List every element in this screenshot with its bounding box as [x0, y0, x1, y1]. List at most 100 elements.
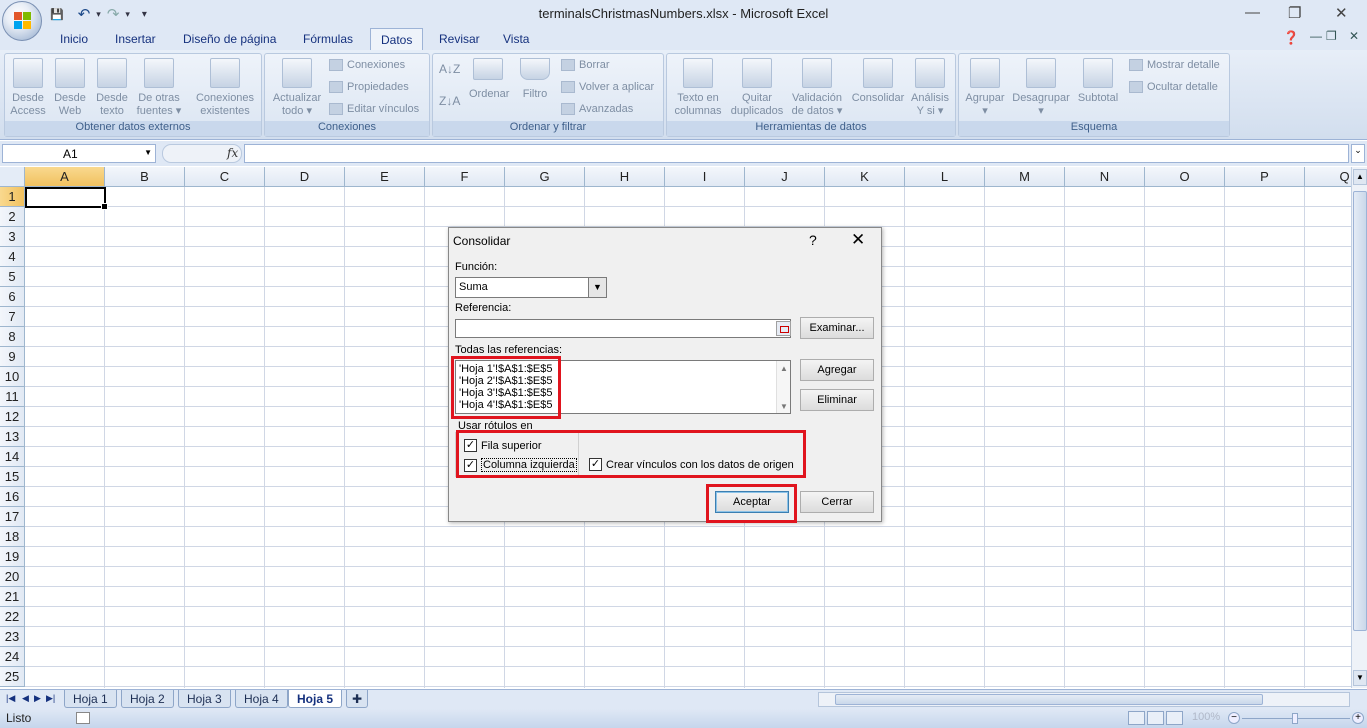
remove-duplicates-button[interactable]: Quitar duplicados	[727, 58, 787, 118]
row-header[interactable]: 23	[0, 627, 25, 647]
column-header[interactable]: D	[265, 167, 345, 187]
tab-insertar[interactable]: Insertar	[115, 32, 156, 46]
row-header[interactable]: 9	[0, 347, 25, 367]
tab-inicio[interactable]: Inicio	[60, 32, 88, 46]
text-to-columns-button[interactable]: Texto en columnas	[669, 58, 727, 118]
zoom-slider[interactable]: − +	[1228, 712, 1364, 724]
add-button[interactable]: Agregar	[800, 359, 874, 381]
close-dialog-button[interactable]: Cerrar	[800, 491, 874, 513]
reference-input[interactable]	[455, 319, 791, 338]
first-sheet-icon[interactable]: |◀	[6, 693, 15, 704]
vertical-scrollbar[interactable]: ▲ ▼	[1351, 167, 1367, 688]
sheet-tab-hoja5[interactable]: Hoja 5	[288, 690, 343, 708]
horizontal-scrollbar[interactable]	[818, 692, 1350, 707]
horizontal-scroll-thumb[interactable]	[835, 694, 1263, 705]
page-break-view-icon[interactable]	[1166, 711, 1183, 725]
group-button[interactable]: Agrupar ▾	[961, 58, 1009, 118]
tab-formulas[interactable]: Fórmulas	[303, 32, 353, 46]
consolidate-button[interactable]: Consolidar	[849, 58, 907, 105]
column-header[interactable]: A	[25, 167, 105, 187]
name-box[interactable]: A1 ▼	[2, 144, 156, 163]
vertical-scroll-thumb[interactable]	[1353, 191, 1367, 631]
subtotal-button[interactable]: Subtotal	[1073, 58, 1123, 105]
column-header[interactable]: H	[585, 167, 665, 187]
restore-button[interactable]: ❐	[1288, 4, 1301, 22]
row-header[interactable]: 13	[0, 427, 25, 447]
last-sheet-icon[interactable]: ▶|	[46, 693, 55, 704]
column-header[interactable]: J	[745, 167, 825, 187]
macro-record-icon[interactable]	[76, 712, 90, 724]
help-icon[interactable]: ❓	[1283, 30, 1299, 46]
ribbon-restore-icon[interactable]: ❐	[1326, 29, 1337, 43]
row-header[interactable]: 14	[0, 447, 25, 467]
page-layout-view-icon[interactable]	[1147, 711, 1164, 725]
other-sources-button[interactable]: De otras fuentes ▾	[133, 58, 185, 118]
zoom-out-icon[interactable]: −	[1228, 712, 1240, 724]
column-header[interactable]: I	[665, 167, 745, 187]
row-header[interactable]: 22	[0, 607, 25, 627]
clear-filter-button[interactable]: Borrar	[561, 59, 610, 71]
collapse-dialog-icon[interactable]	[776, 321, 791, 336]
zoom-level[interactable]: 100%	[1192, 711, 1220, 723]
column-header[interactable]: P	[1225, 167, 1305, 187]
column-header[interactable]: C	[185, 167, 265, 187]
row-header[interactable]: 11	[0, 387, 25, 407]
row-header[interactable]: 7	[0, 307, 25, 327]
sheet-tab-hoja4[interactable]: Hoja 4	[235, 690, 288, 708]
column-header[interactable]: N	[1065, 167, 1145, 187]
column-header[interactable]: L	[905, 167, 985, 187]
column-header[interactable]: B	[105, 167, 185, 187]
from-text-button[interactable]: Desde texto	[93, 58, 131, 118]
show-detail-button[interactable]: Mostrar detalle	[1129, 59, 1220, 71]
tab-vista[interactable]: Vista	[503, 32, 529, 46]
sort-button[interactable]: Ordenar	[469, 58, 509, 101]
row-header[interactable]: 12	[0, 407, 25, 427]
hide-detail-button[interactable]: Ocultar detalle	[1129, 81, 1218, 93]
row-header[interactable]: 20	[0, 567, 25, 587]
sort-az-icon[interactable]: A↓Z	[439, 62, 460, 76]
row-header[interactable]: 17	[0, 507, 25, 527]
row-header[interactable]: 5	[0, 267, 25, 287]
sheet-tab-hoja2[interactable]: Hoja 2	[121, 690, 174, 708]
normal-view-icon[interactable]	[1128, 711, 1145, 725]
row-header[interactable]: 25	[0, 667, 25, 687]
function-select[interactable]: Suma ▼	[455, 277, 607, 298]
row-header[interactable]: 8	[0, 327, 25, 347]
select-all-corner[interactable]	[0, 167, 25, 187]
row-header[interactable]: 16	[0, 487, 25, 507]
scroll-up-icon[interactable]: ▲	[1353, 169, 1367, 185]
row-header[interactable]: 21	[0, 587, 25, 607]
existing-connections-button[interactable]: Conexiones existentes	[193, 58, 257, 118]
row-header[interactable]: 19	[0, 547, 25, 567]
tab-revisar[interactable]: Revisar	[439, 32, 480, 46]
prev-sheet-icon[interactable]: ◀	[22, 693, 29, 704]
column-header[interactable]: E	[345, 167, 425, 187]
column-header[interactable]: O	[1145, 167, 1225, 187]
list-scrollbar[interactable]: ▲ ▼	[776, 361, 790, 413]
from-access-button[interactable]: Desde Access	[9, 58, 47, 118]
ungroup-button[interactable]: Desagrupar ▾	[1011, 58, 1071, 118]
formula-input[interactable]	[244, 144, 1349, 163]
row-header[interactable]: 3	[0, 227, 25, 247]
tab-datos[interactable]: Datos	[370, 28, 424, 51]
browse-button[interactable]: Examinar...	[800, 317, 874, 339]
row-header[interactable]: 10	[0, 367, 25, 387]
filter-button[interactable]: Filtro	[515, 58, 555, 101]
insert-sheet-icon[interactable]: ✚	[346, 690, 369, 708]
next-sheet-icon[interactable]: ▶	[34, 693, 41, 704]
active-cell-a1[interactable]	[25, 187, 108, 210]
close-button[interactable]: ✕	[1335, 4, 1348, 22]
delete-button[interactable]: Eliminar	[800, 389, 874, 411]
from-web-button[interactable]: Desde Web	[51, 58, 89, 118]
zoom-in-icon[interactable]: +	[1352, 712, 1364, 724]
row-header[interactable]: 18	[0, 527, 25, 547]
row-header[interactable]: 6	[0, 287, 25, 307]
scroll-down-icon[interactable]: ▼	[1353, 670, 1367, 686]
sort-za-icon[interactable]: Z↓A	[439, 94, 460, 108]
chevron-down-icon[interactable]: ▼	[144, 148, 152, 157]
office-button[interactable]	[2, 1, 42, 41]
minimize-button[interactable]: —	[1245, 4, 1260, 21]
zoom-slider-knob[interactable]	[1292, 713, 1298, 724]
column-header[interactable]: K	[825, 167, 905, 187]
ribbon-minimize-icon[interactable]: —	[1310, 29, 1322, 43]
